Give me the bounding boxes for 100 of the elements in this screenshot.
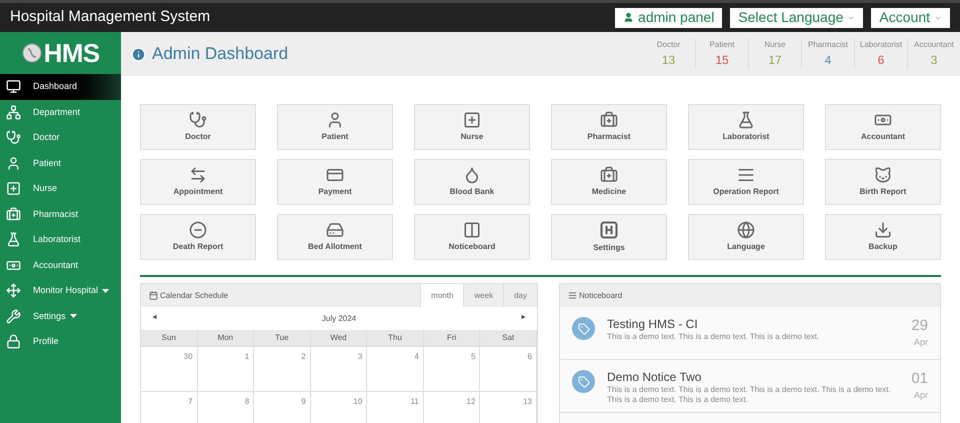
module-tile[interactable]: Laboratorist — [688, 104, 804, 150]
hospital-sign-icon — [599, 220, 619, 240]
panel-title: Noticeboard — [579, 290, 622, 302]
download-icon — [874, 221, 892, 239]
module-tile[interactable]: Birth Report — [825, 159, 941, 205]
module-tile[interactable]: Bed Allotment — [277, 214, 393, 260]
stat-value: 6 — [878, 52, 884, 69]
sidebar-item[interactable]: Monitor Hospital — [0, 278, 121, 304]
notice-text: This is a demo text. This is a demo text. This is a demo text. — [607, 332, 820, 342]
header-button[interactable]: Select Language — [730, 8, 864, 28]
module-tile[interactable]: Death Report — [140, 214, 256, 260]
module-tile[interactable]: Doctor — [140, 104, 256, 150]
notice-item[interactable]: Demo Notice Two This is a demo text. This is a demo text. This is a demo text. This is a demo text. This is a demo text. This is a demo text. 01 Apr — [560, 360, 940, 413]
notice-title: Demo Notice Two — [607, 370, 702, 385]
stat-label: Laboratorist — [860, 39, 902, 51]
caret-icon — [70, 314, 77, 318]
weekday-header: Thu — [367, 330, 424, 347]
plus-square-icon — [463, 111, 481, 129]
notice-day: 29 — [911, 317, 928, 336]
module-tile[interactable]: Operation Report — [688, 159, 804, 205]
weekday-header: Sat — [480, 330, 537, 347]
arrows-icon — [189, 166, 207, 184]
sidebar-item[interactable]: Patient — [0, 150, 121, 176]
caret-icon — [102, 288, 110, 293]
weekday-header: Fri — [424, 330, 480, 347]
header-button[interactable]: Account — [871, 8, 950, 28]
sidebar-item[interactable]: Accountant — [0, 252, 121, 278]
day-cell[interactable]: 3 — [310, 347, 368, 392]
hierarchy-icon — [6, 104, 21, 120]
drop-icon — [463, 166, 481, 184]
day-cell[interactable]: 12 — [424, 392, 480, 423]
sidebar-item[interactable]: Profile — [0, 329, 121, 354]
columns-icon — [463, 221, 481, 239]
stat-value: 3 — [930, 52, 938, 69]
stat-label: Doctor — [656, 39, 680, 51]
panel-title: Calendar Schedule — [160, 290, 228, 302]
module-tile[interactable]: Noticeboard — [414, 214, 530, 260]
doctor-icon — [6, 130, 21, 146]
module-tile[interactable]: Settings — [551, 214, 667, 260]
sidebar-item[interactable]: Dashboard — [0, 74, 121, 100]
day-cell[interactable]: 11 — [367, 392, 424, 423]
module-tile[interactable]: Blood Bank — [414, 159, 530, 205]
info-icon — [131, 46, 146, 62]
lines-icon — [737, 166, 755, 184]
stat-label: Pharmacist — [808, 39, 848, 51]
day-cell[interactable]: 30 — [141, 347, 198, 392]
day-cell[interactable]: 2 — [254, 347, 311, 392]
module-tile[interactable]: Patient — [277, 104, 393, 150]
module-tile[interactable]: Backup — [825, 214, 941, 260]
notice-day: 01 — [911, 370, 928, 389]
header-button[interactable]: admin panel — [615, 8, 722, 28]
medical-kit-icon — [6, 206, 21, 222]
tag-icon — [572, 370, 595, 393]
stat-label: Nurse — [764, 39, 786, 51]
sidebar-item[interactable]: Nurse — [0, 176, 121, 202]
module-tile[interactable]: Accountant — [825, 104, 941, 150]
module-tile[interactable]: Pharmacist — [551, 104, 667, 150]
day-cell[interactable]: 10 — [310, 392, 368, 423]
notice-item[interactable]: Testing HMS - CI This is a demo text. This is a demo text. This is a demo text. 29 Apr — [560, 307, 940, 360]
module-tile[interactable]: Payment — [277, 159, 393, 205]
module-tile[interactable]: Medicine — [551, 159, 667, 205]
stat-value: 4 — [824, 52, 832, 69]
flask-icon — [6, 232, 21, 248]
stat-label: Accountant — [914, 39, 954, 51]
user-icon — [623, 12, 634, 23]
module-tile[interactable]: Appointment — [140, 159, 256, 205]
plus-square-icon — [6, 181, 21, 196]
notice-month: Apr — [914, 336, 928, 349]
weekday-header: Sun — [141, 330, 198, 347]
month-title: July 2024 — [322, 312, 356, 324]
sidebar-item[interactable]: Doctor — [0, 125, 121, 150]
page-title: Admin Dashboard — [152, 43, 288, 66]
wrench-icon — [6, 308, 21, 324]
logo-icon — [22, 43, 42, 63]
day-cell[interactable]: 6 — [480, 347, 537, 392]
day-cell[interactable]: 5 — [424, 347, 480, 392]
weekday-header: Mon — [198, 330, 254, 347]
lock-icon — [6, 334, 21, 350]
module-tile[interactable]: Nurse — [414, 104, 530, 150]
credit-card-icon — [326, 166, 344, 184]
view-tab[interactable]: month — [420, 284, 464, 307]
day-cell[interactable]: 8 — [198, 392, 254, 423]
notice-text: This is a demo text. This is a demo text. This is a demo text. This is a demo text. This is a demo text. This is a demo text. — [607, 385, 892, 405]
notice-title: Testing HMS - CI — [607, 317, 699, 332]
module-tile[interactable]: Language — [688, 214, 804, 260]
stat-label: Patient — [710, 39, 734, 51]
day-cell[interactable]: 13 — [480, 392, 537, 423]
sidebar-item[interactable]: Laboratorist — [0, 227, 121, 252]
sidebar-item[interactable]: Settings — [0, 304, 121, 329]
stat-value: 13 — [662, 52, 676, 69]
tag-icon — [572, 317, 595, 340]
day-cell[interactable]: 4 — [367, 347, 424, 392]
calendar-icon — [149, 291, 158, 300]
stat-value: 17 — [768, 52, 782, 69]
sidebar-item[interactable]: Department — [0, 100, 121, 125]
day-cell[interactable]: 9 — [254, 392, 311, 423]
day-cell[interactable]: 1 — [198, 347, 254, 392]
minus-circle-icon — [189, 221, 207, 239]
day-cell[interactable]: 7 — [141, 392, 198, 423]
sidebar-item[interactable]: Pharmacist — [0, 202, 121, 227]
